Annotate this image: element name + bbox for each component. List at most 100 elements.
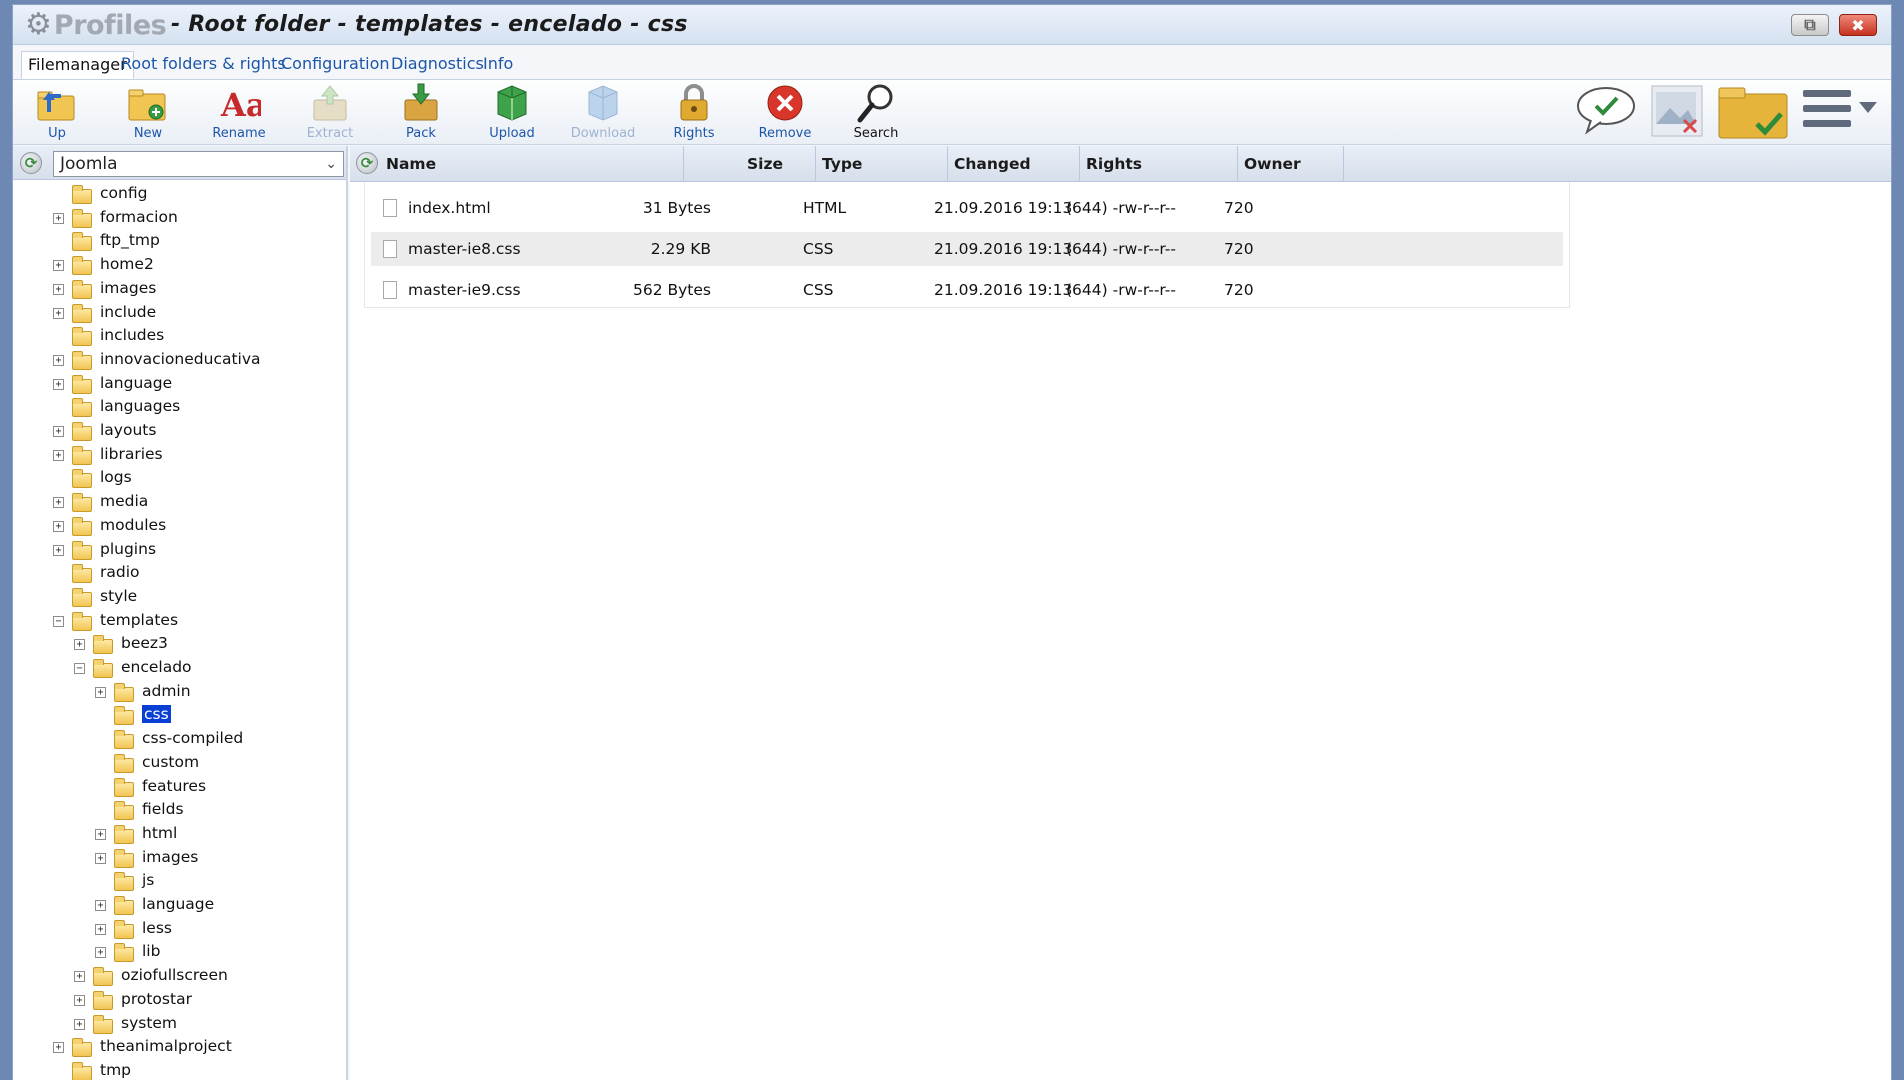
tree-item[interactable]: config bbox=[13, 183, 343, 206]
tree-item[interactable]: + theanimalproject bbox=[13, 1036, 343, 1059]
file-row[interactable]: master-ie9.css 562 Bytes CSS 21.09.2016 19:… bbox=[371, 273, 1563, 307]
tree-item[interactable]: + home2 bbox=[13, 254, 343, 277]
expand-icon[interactable]: + bbox=[53, 1042, 64, 1054]
tree-item[interactable]: features bbox=[13, 776, 343, 799]
column-header-changed[interactable]: Changed bbox=[948, 146, 1080, 182]
tree-item[interactable]: + html bbox=[13, 823, 343, 846]
rename-button[interactable]: Aa Rename bbox=[199, 82, 279, 144]
tree-item[interactable]: css bbox=[13, 704, 343, 727]
image-remove-button[interactable] bbox=[1650, 84, 1704, 142]
tree-item[interactable]: radio bbox=[13, 562, 343, 585]
collapse-icon[interactable]: − bbox=[53, 615, 64, 627]
expand-icon[interactable]: + bbox=[95, 852, 106, 864]
expand-icon[interactable]: + bbox=[53, 426, 64, 437]
folder-confirm-button[interactable] bbox=[1717, 84, 1789, 144]
expand-icon[interactable]: + bbox=[53, 544, 64, 556]
tree-item[interactable]: css-compiled bbox=[13, 728, 343, 751]
tree-item[interactable]: + libraries bbox=[13, 444, 343, 467]
expand-icon[interactable]: + bbox=[53, 520, 64, 532]
expand-icon[interactable]: + bbox=[74, 639, 85, 651]
expand-icon[interactable]: + bbox=[95, 828, 106, 840]
close-button[interactable]: ✖ bbox=[1839, 14, 1877, 36]
tree-item[interactable]: + language bbox=[13, 373, 343, 396]
extract-button[interactable]: Extract bbox=[290, 82, 370, 144]
tree-item[interactable]: + beez3 bbox=[13, 633, 343, 656]
tree-item[interactable]: includes bbox=[13, 325, 343, 348]
folder-icon bbox=[72, 540, 92, 560]
new-button[interactable]: New bbox=[108, 82, 188, 144]
expand-icon[interactable]: + bbox=[53, 283, 64, 295]
refresh-list-icon[interactable]: ⟳ bbox=[356, 152, 378, 174]
upload-button[interactable]: Upload bbox=[472, 82, 552, 144]
tree-item[interactable]: tmp bbox=[13, 1060, 343, 1080]
toolbar: Up New Aa Rename Extract Pack Upload Dow… bbox=[13, 79, 1891, 145]
expand-icon[interactable]: + bbox=[74, 1018, 85, 1030]
tree-item[interactable]: + plugins bbox=[13, 539, 343, 562]
expand-icon[interactable]: + bbox=[95, 947, 106, 959]
tree-item[interactable]: + protostar bbox=[13, 989, 343, 1012]
tree-item[interactable]: + images bbox=[13, 847, 343, 870]
tree-item[interactable]: + less bbox=[13, 918, 343, 941]
tree-item[interactable]: + oziofullscreen bbox=[13, 965, 343, 988]
tree-item[interactable]: logs bbox=[13, 467, 343, 490]
column-header-owner[interactable]: Owner bbox=[1238, 146, 1344, 182]
expand-icon[interactable]: + bbox=[74, 994, 85, 1006]
root-folder-select[interactable]: Joomla ⌄ bbox=[53, 151, 344, 177]
tree-item[interactable]: + media bbox=[13, 491, 343, 514]
tree-header: ⟳ Joomla ⌄ bbox=[13, 146, 346, 180]
column-header-type[interactable]: Type bbox=[816, 146, 948, 182]
collapse-icon[interactable]: − bbox=[74, 663, 85, 674]
expand-icon[interactable]: + bbox=[53, 378, 64, 390]
column-header-size[interactable]: Size bbox=[684, 146, 816, 182]
expand-icon[interactable]: + bbox=[95, 923, 106, 935]
tree-item[interactable]: + innovacioneducativa bbox=[13, 349, 343, 372]
tab-configuration[interactable]: Configuration bbox=[275, 51, 396, 79]
tree-item[interactable]: + layouts bbox=[13, 420, 343, 443]
tree-item[interactable]: − encelado bbox=[13, 657, 343, 680]
tree-item[interactable]: + include bbox=[13, 302, 343, 325]
tree-item[interactable]: + formacion bbox=[13, 207, 343, 230]
expand-icon[interactable]: + bbox=[95, 900, 106, 911]
tree-item[interactable]: js bbox=[13, 870, 343, 893]
download-button[interactable]: Download bbox=[563, 82, 643, 144]
tree-item[interactable]: ftp_tmp bbox=[13, 230, 343, 253]
tree-item[interactable]: + language bbox=[13, 894, 343, 917]
tab-diagnostics[interactable]: Diagnostics bbox=[385, 51, 490, 79]
main-menu-button[interactable] bbox=[1801, 84, 1881, 138]
file-row[interactable]: master-ie8.css 2.29 KB CSS 21.09.2016 19:13… bbox=[371, 232, 1563, 266]
column-header-name[interactable]: Name bbox=[380, 146, 684, 182]
up-button[interactable]: Up bbox=[17, 82, 97, 144]
tree-item[interactable]: + images bbox=[13, 278, 343, 301]
tree-item[interactable]: + system bbox=[13, 1013, 343, 1036]
file-row[interactable]: index.html 31 Bytes HTML 21.09.2016 19:13 (6… bbox=[371, 191, 1563, 225]
title-bar: ⚙ Profiles - Root folder - templates - e… bbox=[13, 5, 1891, 45]
tree-item[interactable]: + lib bbox=[13, 941, 343, 964]
expand-icon[interactable]: + bbox=[74, 971, 85, 983]
tab-root-folders-rights[interactable]: Root folders & rights bbox=[115, 51, 292, 79]
pack-button[interactable]: Pack bbox=[381, 82, 461, 144]
expand-icon[interactable]: + bbox=[53, 307, 64, 319]
tree-item[interactable]: languages bbox=[13, 396, 343, 419]
rights-button[interactable]: Rights bbox=[654, 82, 734, 144]
expand-icon[interactable]: + bbox=[53, 449, 64, 461]
tree-item[interactable]: fields bbox=[13, 799, 343, 822]
column-header-rights[interactable]: Rights bbox=[1080, 146, 1238, 182]
tab-info[interactable]: Info bbox=[477, 51, 519, 79]
expand-icon[interactable]: + bbox=[53, 354, 64, 366]
tree-item[interactable]: style bbox=[13, 586, 343, 609]
tree-item[interactable]: custom bbox=[13, 752, 343, 775]
expand-icon[interactable]: + bbox=[53, 260, 64, 272]
refresh-tree-icon[interactable]: ⟳ bbox=[20, 152, 42, 174]
folder-icon bbox=[72, 493, 92, 513]
tree-item[interactable]: − templates bbox=[13, 610, 343, 633]
tree-item[interactable]: + admin bbox=[13, 681, 343, 704]
search-button[interactable]: Search bbox=[836, 82, 916, 144]
remove-button[interactable]: Remove bbox=[745, 82, 825, 144]
expand-icon[interactable]: + bbox=[53, 212, 64, 224]
tree-item[interactable]: + modules bbox=[13, 515, 343, 538]
folder-icon bbox=[72, 1061, 92, 1080]
expand-icon[interactable]: + bbox=[53, 497, 64, 509]
restore-button[interactable]: ⧉ bbox=[1791, 14, 1829, 36]
confirm-button[interactable] bbox=[1575, 84, 1637, 140]
expand-icon[interactable]: + bbox=[95, 686, 106, 698]
